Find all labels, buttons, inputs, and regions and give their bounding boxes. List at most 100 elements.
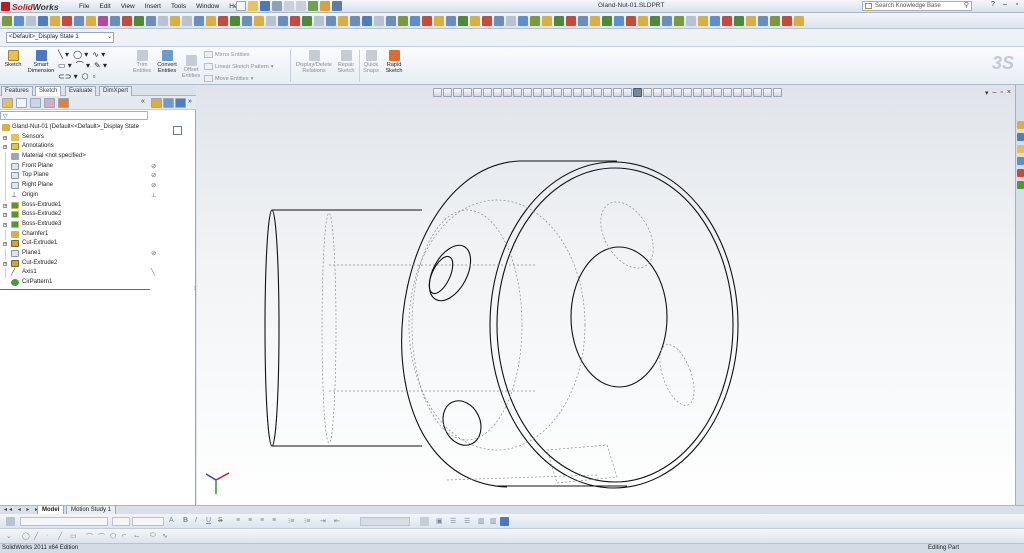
layer-icon[interactable]	[746, 16, 756, 26]
tree-item-annotations[interactable]: + Annotations	[0, 142, 150, 152]
task-pane-resources-icon[interactable]	[1017, 121, 1024, 129]
sketch-plane-icon[interactable]	[134, 16, 144, 26]
tree-item-front-plane[interactable]: Front Plane ⊘	[0, 161, 156, 172]
rib-icon[interactable]	[278, 16, 288, 26]
rectangle-icon[interactable]: ▭ ▾	[58, 61, 72, 70]
tab-evaluate[interactable]: Evaluate	[65, 86, 97, 96]
configuration-manager-icon[interactable]	[30, 98, 41, 108]
tree-item-origin[interactable]: ⊥ Origin ⊥	[0, 190, 157, 201]
feature-manager-icon[interactable]	[2, 98, 13, 108]
routing-icon[interactable]	[638, 16, 648, 26]
curves-icon[interactable]	[698, 16, 708, 26]
color-display-mode-icon[interactable]	[500, 517, 509, 526]
solidworks-logo[interactable]: SolidWorks	[1, 1, 71, 12]
tree-item-sensors[interactable]: + Sensors	[0, 133, 150, 143]
tree-column-checkbox[interactable]	[173, 126, 182, 135]
sweep-icon[interactable]	[218, 16, 228, 26]
menu-tools[interactable]: Tools	[166, 2, 191, 11]
bold-icon[interactable]: A	[169, 517, 174, 524]
strikethrough-icon[interactable]: S	[218, 517, 223, 524]
quick-snaps-button[interactable]: Quick Snaps	[361, 50, 381, 74]
simulation-icon[interactable]	[578, 16, 588, 26]
minimize-icon[interactable]: –	[1000, 1, 1010, 8]
search-knowledge-base-field[interactable]: Search Knowledge Base ⚲	[862, 1, 972, 11]
addins-icon[interactable]	[770, 16, 780, 26]
show-edge-icon[interactable]: ▥	[490, 517, 497, 525]
standard-views-icon[interactable]	[362, 16, 372, 26]
spline-icon[interactable]: ∿ ▾	[92, 50, 105, 59]
search-icon[interactable]: ⚲	[964, 2, 969, 10]
toolbox-icon[interactable]	[626, 16, 636, 26]
section-view-icon[interactable]	[386, 16, 396, 26]
panel-option-1-icon[interactable]	[151, 98, 162, 108]
cartoon-icon[interactable]	[506, 16, 516, 26]
photoview-icon[interactable]	[614, 16, 624, 26]
tree-item-plane1[interactable]: Plane1 ⊘	[0, 248, 156, 259]
annotation-icon[interactable]	[734, 16, 744, 26]
appearance-icon[interactable]	[422, 16, 432, 26]
file-properties-icon[interactable]	[320, 1, 330, 11]
tree-item-cut-extrude1[interactable]: + Cut-Extrude1	[0, 239, 150, 249]
pan-icon[interactable]	[350, 16, 360, 26]
tab-sketch[interactable]: Sketch	[35, 86, 62, 96]
expand-icon[interactable]: +	[3, 222, 7, 227]
tree-root[interactable]: Gland-Nut-01 (Default<<Default>_Display …	[0, 123, 150, 133]
smart-dimension-button[interactable]: Smart Dimension	[26, 50, 56, 74]
chevron-down-icon[interactable]: ⌄	[6, 532, 12, 540]
display-icon[interactable]	[38, 16, 48, 26]
point-icon[interactable]: ·	[46, 532, 48, 539]
task-pane-search-icon[interactable]	[1017, 157, 1024, 165]
hole-icon[interactable]	[290, 16, 300, 26]
display-state-select[interactable]: <Default>_Display State 1 ⌄	[6, 32, 114, 43]
select-filter-icon[interactable]	[26, 16, 36, 26]
pencil-icon[interactable]: ✎ ▾	[94, 61, 107, 70]
numbering-icon[interactable]: ⁝≡	[304, 517, 310, 525]
move-entities-button[interactable]: Move Entities ▾	[204, 75, 253, 82]
realview-icon[interactable]	[458, 16, 468, 26]
font-family-select[interactable]	[20, 517, 108, 526]
revolve-icon[interactable]	[206, 16, 216, 26]
dimxpert-icon[interactable]	[722, 16, 732, 26]
tab-features[interactable]: Features	[1, 86, 33, 96]
task-pane-file-explorer-icon[interactable]	[1017, 145, 1024, 153]
polygon-icon[interactable]: ⬡	[110, 532, 116, 540]
tree-item-boss-extrude3[interactable]: + Boss-Extrude3	[0, 220, 150, 230]
camera-icon[interactable]	[518, 16, 528, 26]
loft-icon[interactable]	[230, 16, 240, 26]
rebuild-icon[interactable]	[308, 1, 318, 11]
expand-icon[interactable]: +	[3, 145, 7, 150]
menu-file[interactable]: File	[74, 2, 94, 11]
gland-nut-model[interactable]	[197, 85, 1015, 505]
macro-icon[interactable]	[758, 16, 768, 26]
sketch-tool-icon[interactable]	[2, 16, 12, 26]
sketch-point-icon[interactable]	[110, 16, 120, 26]
scene-icon[interactable]	[434, 16, 444, 26]
polygon-icon[interactable]: ⬡	[82, 72, 89, 81]
tree-item-chamfer1[interactable]: Chamfer1	[0, 229, 150, 240]
costing-icon[interactable]	[590, 16, 600, 26]
indent-icon[interactable]: ⇥	[320, 517, 326, 525]
underline-icon[interactable]: U	[206, 517, 211, 524]
restore-icon[interactable]: ▫	[1012, 1, 1022, 8]
task-pane-design-library-icon[interactable]	[1017, 133, 1024, 141]
chamfer-icon[interactable]	[254, 16, 264, 26]
line-thickness-icon[interactable]: ☰	[450, 517, 456, 525]
fillet-icon[interactable]: ⌐	[122, 532, 126, 539]
justify-icon[interactable]: ≡	[272, 517, 276, 524]
open-folder-icon[interactable]	[248, 1, 258, 11]
menu-edit[interactable]: Edit	[94, 2, 115, 11]
feature-tool-icon[interactable]	[14, 16, 24, 26]
sketch-circle-icon[interactable]	[86, 16, 96, 26]
help-icon[interactable]: ?	[988, 1, 998, 8]
menu-window[interactable]: Window	[191, 2, 224, 11]
sketch-button[interactable]: Sketch	[4, 50, 22, 68]
mold-icon[interactable]	[674, 16, 684, 26]
panel-option-3-icon[interactable]	[175, 98, 186, 108]
trim-entities-button[interactable]: Trim Entities	[131, 50, 153, 74]
fillet-icon[interactable]	[242, 16, 252, 26]
tab-dimxpert[interactable]: DimXpert	[99, 86, 133, 96]
tree-item-boss-extrude1[interactable]: + Boss-Extrude1	[0, 201, 150, 211]
expand-icon[interactable]: +	[3, 203, 7, 208]
circle-icon[interactable]: ◯ ▾	[73, 50, 88, 59]
surfaces-icon[interactable]	[686, 16, 696, 26]
